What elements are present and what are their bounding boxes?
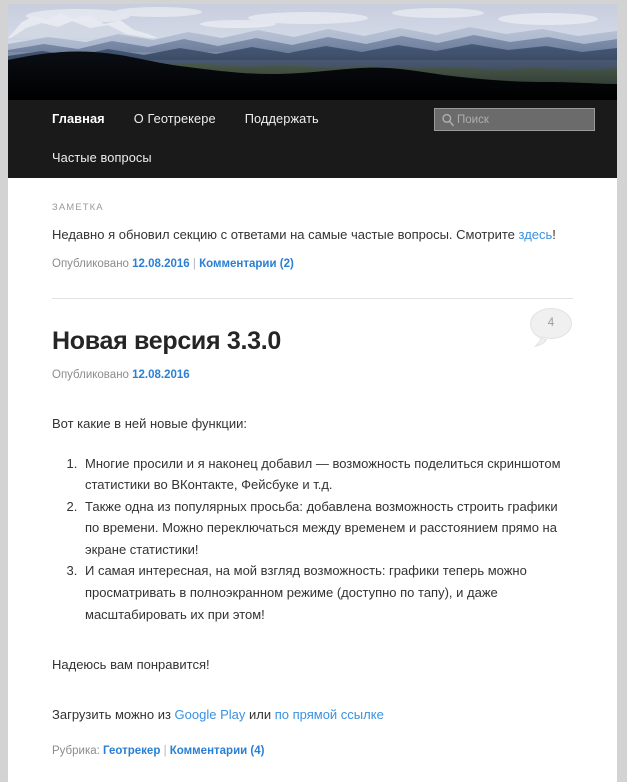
download-middle-text: или [245,707,275,723]
search-icon-glyph [442,113,454,127]
search-box[interactable] [434,108,595,131]
meta-separator: | [163,745,167,758]
post-title: Новая версия 3.3.0 [52,327,573,356]
nav-row-primary: Главная О Геотрекере Поддержать [8,100,617,139]
page-root: Главная О Геотрекере Поддержать Поиск Ча… [0,0,627,782]
nav-item-faq[interactable]: Частые вопросы [52,151,152,165]
post-date-link[interactable]: 12.08.2016 [132,258,190,270]
post-format-label: ЗАМЕТКА [52,202,104,213]
list-item: И самая интересная, на мой взгляд возмож… [81,560,573,625]
header-banner-image [8,4,617,100]
post-intro-paragraph: Вот какие в ней новые функции: [52,416,247,432]
direct-download-link[interactable]: по прямой ссылке [275,707,384,722]
nav-item-home[interactable]: Главная [52,112,105,126]
post-comments-link[interactable]: Комментарии (4) [170,745,265,757]
post-note-meta: Опубликовано 12.08.2016 | Комментарии (2… [52,256,573,273]
post-comments-link[interactable]: Комментарии (2) [199,258,294,270]
primary-navigation: Главная О Геотрекере Поддержать Поиск Ча… [8,100,617,178]
nav-item-about[interactable]: О Геотрекере [134,112,216,126]
google-play-link[interactable]: Google Play [175,707,246,722]
post-release-footer-meta: Рубрика: Геотрекер | Комментарии (4) [52,743,573,760]
post-title-link[interactable]: Новая версия 3.3.0 [52,327,281,355]
download-prefix-text: Загрузить можно из [52,707,175,723]
comment-count-value: 4 [547,317,555,330]
post-note-paragraph: Недавно я обновил секцию с ответами на с… [52,225,573,245]
mountain-panorama-graphic [8,4,617,100]
post-release-meta: Опубликовано 12.08.2016 [52,367,573,384]
post-outro-paragraph: Надеюсь вам понравится! [52,657,210,673]
search-icon [441,113,455,127]
post-note-body: Недавно я обновил секцию с ответами на с… [52,225,573,245]
search-container [434,108,595,131]
comment-count-bubble[interactable]: 4 [529,307,573,348]
post-note: ЗАМЕТКА Недавно я обновил секцию с ответ… [52,178,573,300]
published-label: Опубликовано [52,258,129,271]
category-label: Рубрика: [52,745,100,758]
published-label: Опубликовано [52,369,129,382]
nav-row-secondary: Частые вопросы [8,139,617,178]
post-note-inline-link[interactable]: здесь [519,227,553,242]
list-item: Также одна из популярных просьба: добавл… [81,496,573,561]
nav-item-support[interactable]: Поддержать [245,112,319,126]
post-category-link[interactable]: Геотрекер [103,745,160,757]
main-content: ЗАМЕТКА Недавно я обновил секцию с ответ… [8,178,617,761]
download-paragraph: Загрузить можно из Google Play или по пр… [52,705,573,725]
meta-separator: | [192,258,196,271]
post-date-link[interactable]: 12.08.2016 [132,369,190,381]
post-release-body: Вот какие в ней новые функции: Многие пр… [52,384,573,725]
list-item: Многие просили и я наконец добавил — воз… [81,453,573,496]
post-note-text-before: Недавно я обновил секцию с ответами на с… [52,227,519,242]
feature-list: Многие просили и я наконец добавил — воз… [52,453,573,626]
post-release: 4 Новая версия 3.3.0 Опубликовано 12.08.… [52,299,573,760]
site-container: Главная О Геотрекере Поддержать Поиск Ча… [8,4,617,782]
search-input[interactable] [457,109,593,130]
post-note-text-after: ! [552,227,556,242]
